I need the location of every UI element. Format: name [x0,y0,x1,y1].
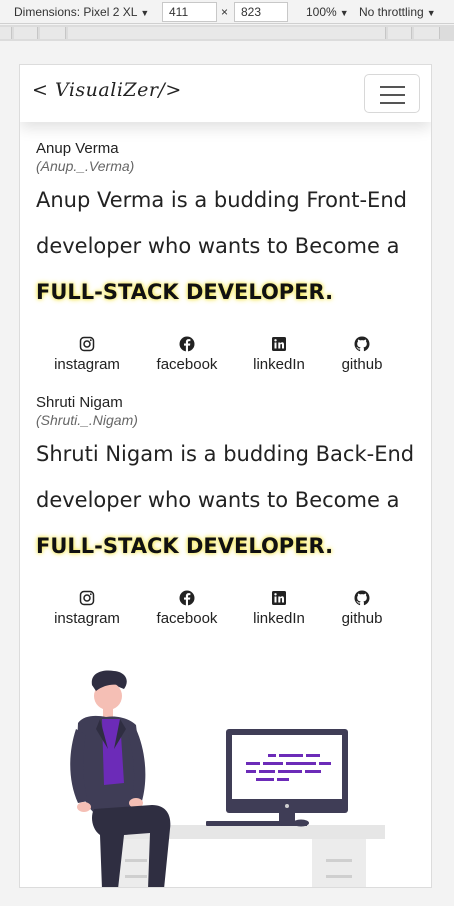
bio-highlight: FULL-STACK DEVELOPER. [36,280,334,304]
developer-illustration [70,670,385,887]
social-label: instagram [54,610,120,627]
height-input[interactable]: 823 [234,2,288,22]
linkedin-icon [272,337,286,351]
chevron-down-icon: ▼ [426,8,436,18]
author-bio: Anup Verma is a budding Front-End develo… [36,177,421,315]
throttling-label: No throttling [359,5,424,19]
chevron-down-icon: ▼ [140,8,150,18]
instagram-link[interactable]: instagram [42,590,132,627]
linkedin-link[interactable]: linkedIn [234,590,324,627]
monitor-screen [232,735,342,799]
author-block: Anup Verma (Anup._.Verma) [36,140,134,175]
social-label: facebook [156,356,218,373]
desk-drawer-right [312,839,366,887]
chevron-down-icon: ▼ [339,8,349,18]
keyboard [206,821,282,826]
linkedin-icon [272,591,286,605]
facebook-icon [179,336,195,352]
instagram-icon [79,336,95,352]
github-icon [354,336,370,352]
dimensions-select[interactable]: Dimensions: Pixel 2 XL ▼ [14,5,149,19]
instagram-icon [79,590,95,606]
throttling-select[interactable]: No throttling ▼ [359,5,436,19]
navbar: < VisualiZer/> [20,65,431,122]
author-bio: Shruti Nigam is a budding Back-End devel… [36,431,421,569]
times-symbol: × [221,5,229,19]
hamburger-icon [380,86,405,88]
devtools-device-toolbar: Dimensions: Pixel 2 XL ▼ 411 × 823 100% ▼ … [0,0,454,24]
social-links: instagram facebook linkedIn github [20,336,431,380]
navbar-toggler-button[interactable] [364,74,420,113]
author-handle: (Anup._.Verma) [36,158,135,174]
author-name: Shruti Nigam [36,394,123,411]
zoom-select[interactable]: 100% ▼ [306,5,349,19]
social-label: facebook [156,610,218,627]
bio-highlight: FULL-STACK DEVELOPER. [36,534,334,558]
author-block: Shruti Nigam (Shruti._.Nigam) [36,394,138,429]
brand-logo[interactable]: < VisualiZer/> [32,79,182,101]
github-icon [354,590,370,606]
author-handle: (Shruti._.Nigam) [36,412,138,428]
social-label: github [341,356,383,373]
width-input[interactable]: 411 [162,2,217,22]
social-label: linkedIn [253,610,305,627]
device-viewport: < VisualiZer/> Anup Verma (Anup._.Verma)… [19,64,432,888]
social-links: instagram facebook linkedIn github [20,590,431,634]
instagram-link[interactable]: instagram [42,336,132,373]
social-label: github [341,610,383,627]
facebook-link[interactable]: facebook [142,336,232,373]
bio-text: Anup Verma is a budding Front-End develo… [36,188,407,258]
linkedin-link[interactable]: linkedIn [234,336,324,373]
person [70,670,171,887]
media-query-ruler[interactable] [0,25,454,41]
social-label: instagram [54,356,120,373]
zoom-label: 100% [306,5,337,19]
facebook-link[interactable]: facebook [142,590,232,627]
github-link[interactable]: github [317,590,407,627]
author-name: Anup Verma [36,140,119,157]
social-label: linkedIn [253,356,305,373]
dimensions-label: Dimensions: Pixel 2 XL [14,5,138,19]
mouse [293,819,309,827]
bio-text: Shruti Nigam is a budding Back-End devel… [36,442,415,512]
github-link[interactable]: github [317,336,407,373]
facebook-icon [179,590,195,606]
